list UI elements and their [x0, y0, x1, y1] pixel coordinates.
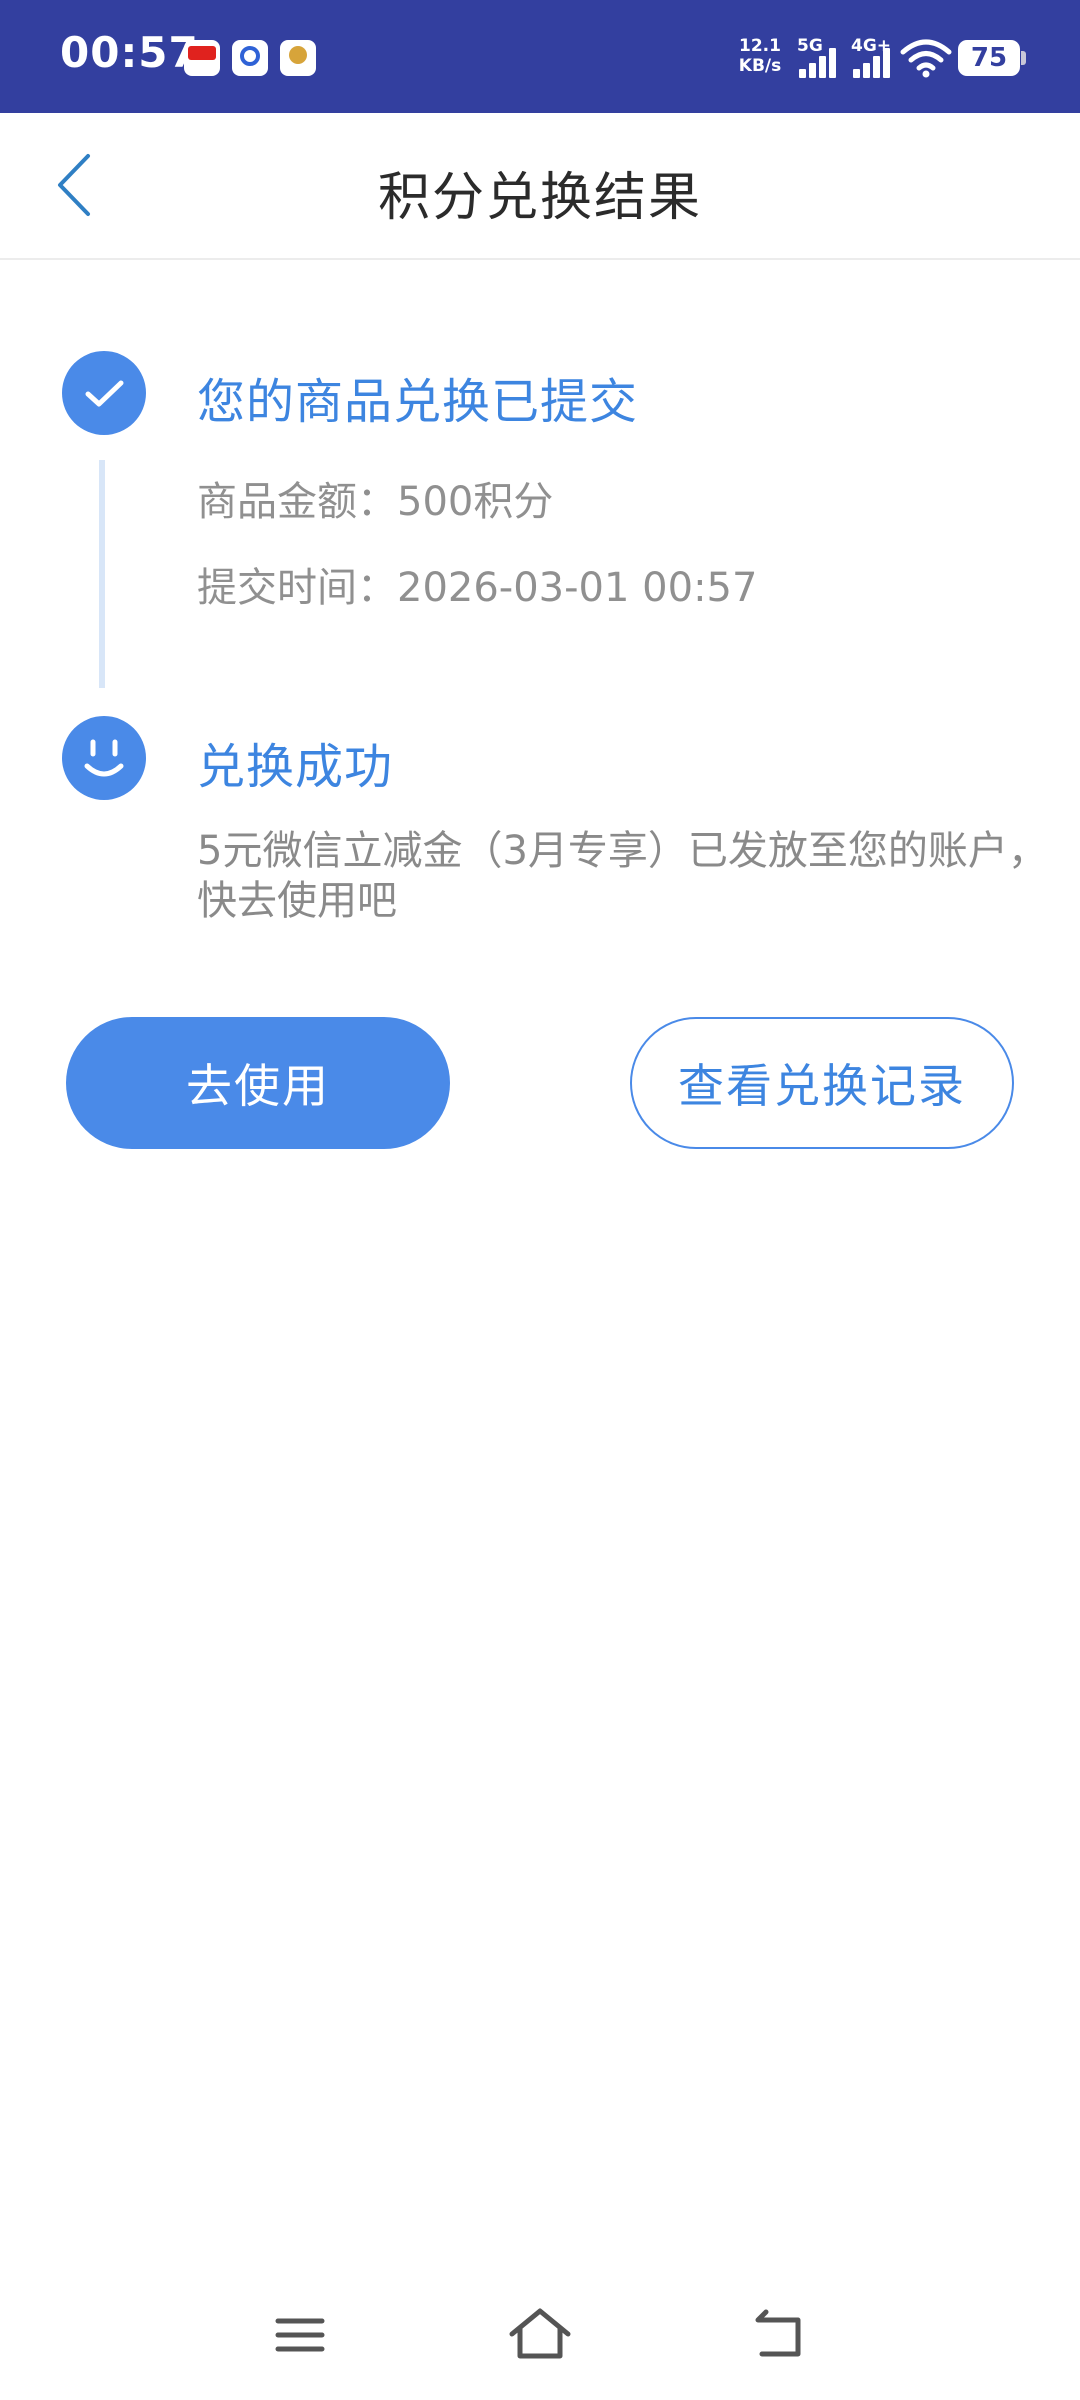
- step-success-title: 兑换成功: [197, 739, 394, 795]
- step-submitted-icon: [62, 351, 146, 435]
- signal-1-icon: [799, 48, 839, 78]
- wifi-icon: [900, 39, 952, 78]
- check-icon: [85, 380, 124, 407]
- network-speed: 12.1 KB/s: [736, 36, 784, 76]
- timeline-connector: [99, 460, 105, 688]
- battery-level: 75: [970, 43, 1008, 73]
- smile-icon: [84, 739, 124, 777]
- submit-time: 提交时间：2026-03-01 00:57: [197, 565, 758, 611]
- app-notification-icon: [184, 40, 220, 76]
- battery-indicator: 75: [958, 40, 1026, 76]
- status-time: 00:57: [60, 28, 199, 77]
- view-records-button[interactable]: 查看兑换记录: [630, 1017, 1014, 1149]
- app-notification-icon: [280, 40, 316, 76]
- step-submitted-title: 您的商品兑换已提交: [197, 374, 639, 430]
- nav-back-button[interactable]: [740, 2300, 820, 2370]
- network-speed-value: 12.1: [739, 36, 781, 56]
- signal-2-icon: [853, 48, 893, 78]
- use-now-button[interactable]: 去使用: [66, 1017, 450, 1149]
- nav-home-button[interactable]: [500, 2300, 580, 2370]
- menu-icon: [275, 2318, 325, 2352]
- home-icon: [509, 2308, 571, 2359]
- back-arrow-icon: [755, 2309, 801, 2357]
- product-amount: 商品金额：500积分: [197, 479, 554, 525]
- app-notification-icon: [232, 40, 268, 76]
- status-bar: 00:57 12.1 KB/s 5G 4G+ 75: [0, 0, 1080, 113]
- nav-menu-button[interactable]: [260, 2300, 340, 2370]
- page-header: 积分兑换结果: [0, 113, 1080, 260]
- step-success-icon: [62, 716, 146, 800]
- success-description: 5元微信立减金（3月专享）已发放至您的账户，快去使用吧: [197, 828, 1048, 924]
- notification-app-icons: [184, 40, 316, 76]
- network-speed-unit: KB/s: [738, 56, 782, 76]
- page-title: 积分兑换结果: [377, 168, 702, 228]
- view-records-button-label: 查看兑换记录: [678, 1059, 966, 1113]
- use-now-button-label: 去使用: [186, 1059, 330, 1113]
